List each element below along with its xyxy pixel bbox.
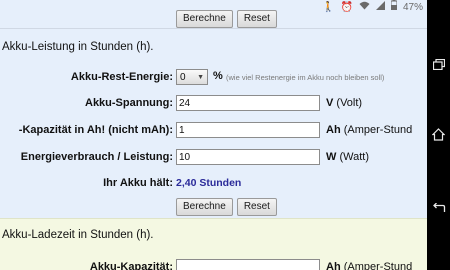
- consumption-label: Energieverbrauch / Leistung:: [20, 151, 173, 163]
- consumption-input[interactable]: 10: [176, 149, 320, 165]
- consumption-unit: W (Watt): [326, 151, 369, 163]
- percent-unit: %: [213, 70, 223, 82]
- rest-energy-select[interactable]: 0 ▼: [176, 69, 208, 85]
- capacity-row: -Kapazität in Ah! (nicht mAh): 1 Ah (Amp…: [0, 122, 427, 140]
- wifi-icon: [359, 1, 370, 15]
- section1-button-row: Berechne Reset: [176, 198, 277, 216]
- voltage-unit: V (Volt): [326, 97, 363, 109]
- result-row: Ihr Akku hält: 2,40 Stunden: [0, 175, 427, 193]
- alarm-icon: ⏰: [340, 1, 353, 13]
- rest-energy-hint: (wie viel Restenergie im Akku noch bleib…: [226, 73, 385, 82]
- calc-button[interactable]: Berechne: [176, 198, 233, 216]
- battery-percent: 47%: [402, 1, 423, 13]
- capacity-label: -Kapazität in Ah! (nicht mAh):: [18, 124, 173, 136]
- rest-energy-row: Akku-Rest-Energie: 0 ▼ % (wie viel Reste…: [0, 69, 427, 87]
- voltage-input[interactable]: 24: [176, 95, 320, 111]
- charge-capacity-unit: Ah (Amper-Stund: [326, 261, 413, 270]
- voltage-row: Akku-Spannung: 24 V (Volt): [0, 95, 427, 113]
- voltage-label: Akku-Spannung:: [85, 97, 173, 109]
- capacity-input[interactable]: 1: [176, 122, 320, 138]
- chevron-down-icon: ▼: [197, 74, 204, 81]
- result-label: Ihr Akku hält:: [103, 177, 173, 189]
- battery-icon: [390, 0, 398, 15]
- capacity-unit: Ah (Amper-Stund: [326, 124, 413, 136]
- charge-capacity-input[interactable]: [176, 259, 320, 270]
- section2-title: Akku-Ladezeit in Stunden (h).: [2, 229, 154, 241]
- recent-apps-icon[interactable]: [427, 52, 450, 76]
- navigation-bar: [427, 0, 450, 270]
- status-bar: 🚶 ⏰ 47%: [0, 0, 427, 14]
- browser-viewport: Berechne Reset 🚶 ⏰ 47% Akku-Leistung in …: [0, 0, 427, 270]
- reset-button[interactable]: Reset: [236, 198, 277, 216]
- battery-runtime-section: Akku-Leistung in Stunden (h). Akku-Rest-…: [0, 28, 427, 219]
- back-icon[interactable]: [427, 196, 450, 220]
- person-icon: 🚶: [322, 1, 335, 13]
- charge-capacity-row: Akku-Kapazität: Ah (Amper-Stund: [0, 259, 427, 270]
- signal-icon: [375, 0, 385, 15]
- charge-capacity-label: Akku-Kapazität:: [89, 261, 173, 270]
- consumption-row: Energieverbrauch / Leistung: 10 W (Watt): [0, 149, 427, 167]
- section-title: Akku-Leistung in Stunden (h).: [2, 41, 154, 53]
- result-value: 2,40 Stunden: [176, 177, 242, 189]
- home-icon[interactable]: [427, 122, 450, 146]
- charging-time-section: Akku-Ladezeit in Stunden (h). Akku-Kapaz…: [0, 218, 427, 270]
- rest-energy-label: Akku-Rest-Energie:: [70, 71, 173, 83]
